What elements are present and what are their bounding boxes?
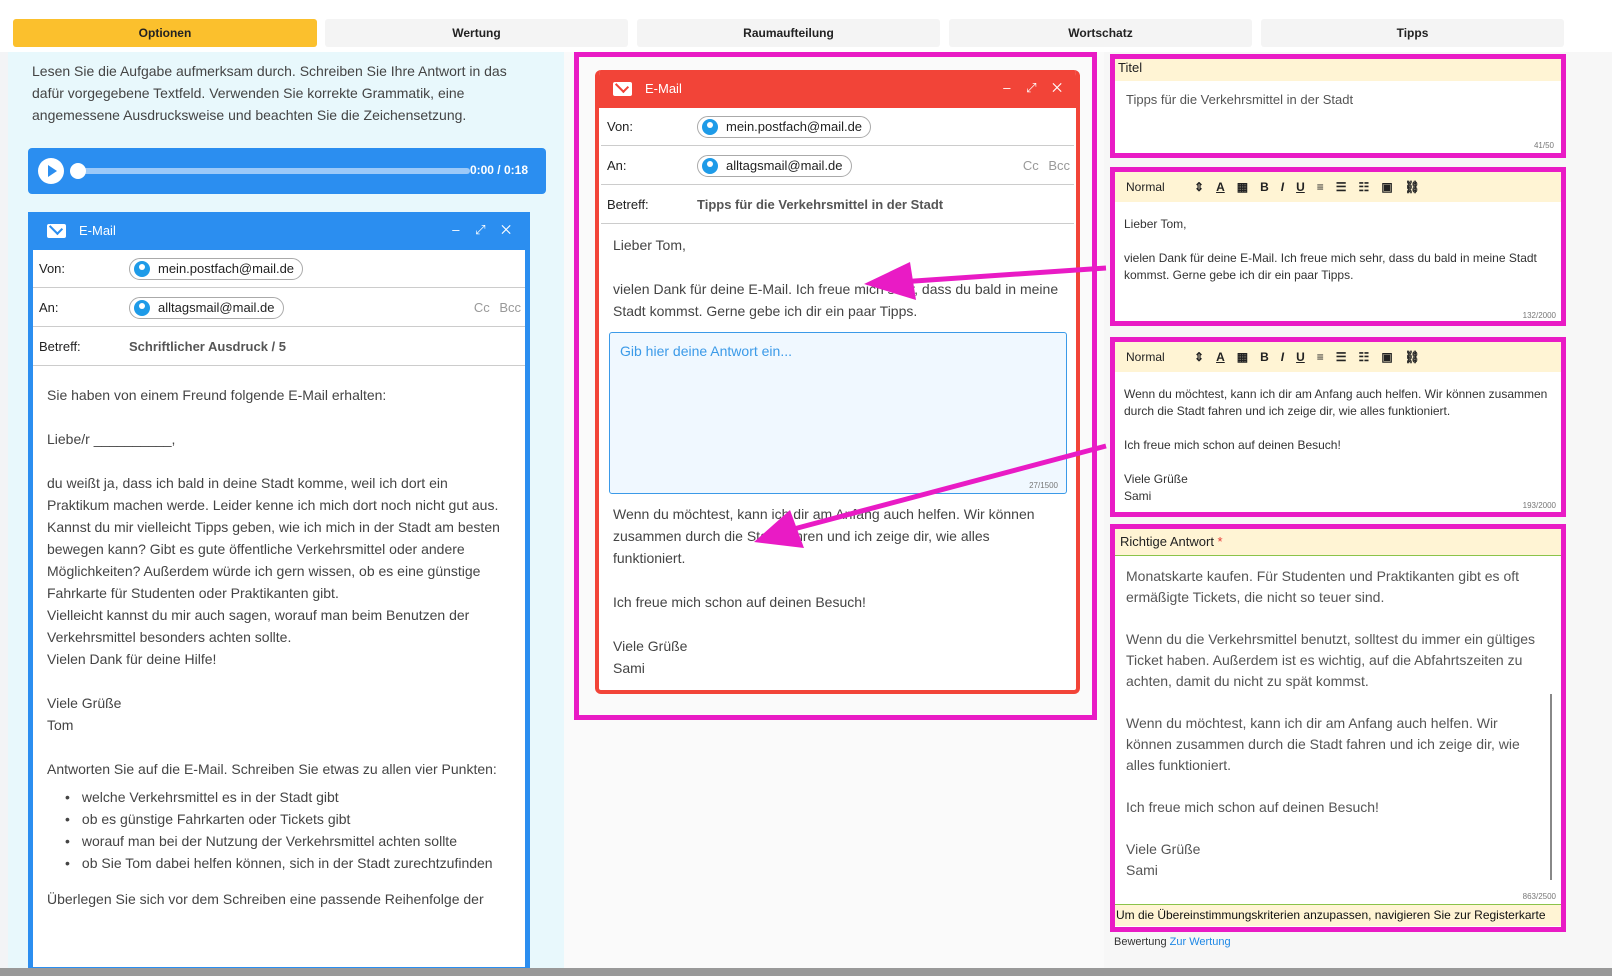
- annotation-arrows: [754, 262, 1107, 548]
- arrow-head: [754, 510, 804, 548]
- arrow-head: [864, 262, 916, 300]
- arrow-line: [789, 443, 1107, 533]
- bottom-scrollbar[interactable]: [0, 968, 1612, 976]
- arrow-line: [899, 265, 1107, 285]
